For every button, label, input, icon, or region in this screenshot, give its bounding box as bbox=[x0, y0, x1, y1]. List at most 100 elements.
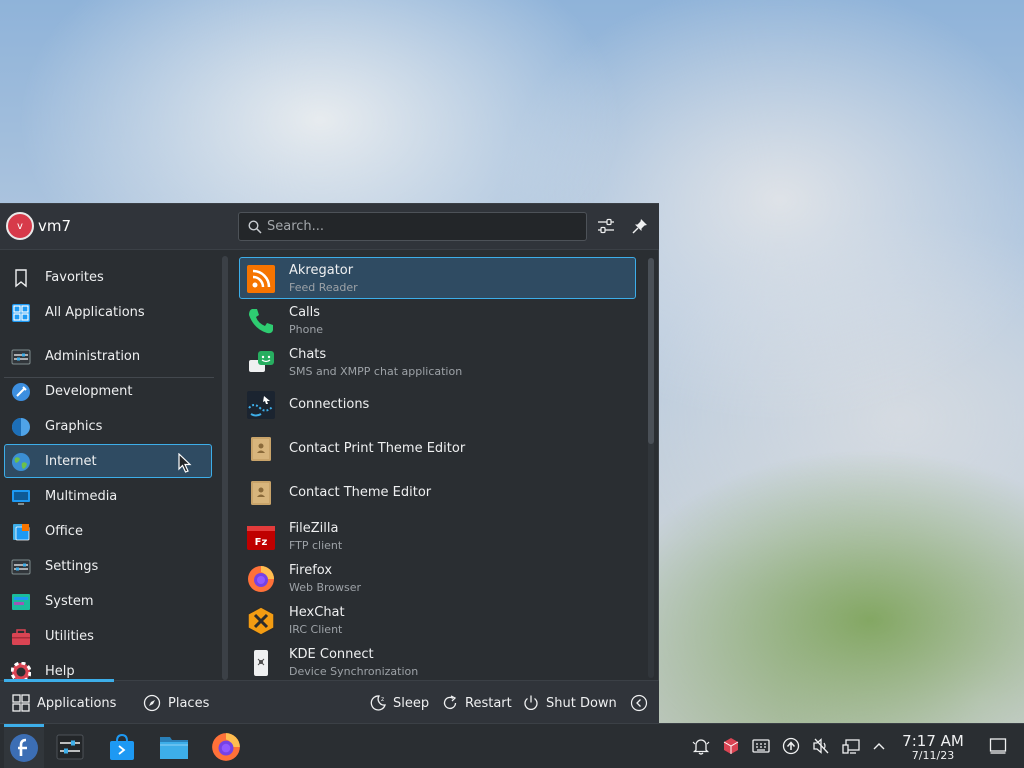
tab-applications[interactable]: Applications bbox=[12, 681, 116, 725]
tab-places[interactable]: Places bbox=[143, 681, 209, 725]
sliders-icon bbox=[598, 218, 614, 234]
network-icon bbox=[842, 739, 860, 754]
app-name: Contact Theme Editor bbox=[289, 485, 432, 500]
category-label: All Applications bbox=[45, 305, 145, 320]
app-name: Connections bbox=[289, 397, 370, 412]
app-list-scrollbar[interactable] bbox=[648, 258, 654, 678]
app-filezilla[interactable]: Fz FileZilla FTP client bbox=[239, 515, 636, 557]
rss-icon bbox=[247, 265, 275, 293]
app-list-scrollbar-thumb[interactable] bbox=[648, 258, 654, 444]
category-help[interactable]: Help bbox=[4, 654, 212, 681]
username: vm7 bbox=[38, 217, 72, 235]
app-name: FileZilla bbox=[289, 521, 339, 536]
sleep-icon: z bbox=[370, 695, 386, 711]
tray-keyboard-layout[interactable] bbox=[751, 736, 771, 756]
category-all-applications[interactable]: All Applications bbox=[4, 295, 212, 329]
tray-updates[interactable] bbox=[781, 736, 801, 756]
office-icon bbox=[13, 524, 30, 541]
file-manager-icon bbox=[160, 737, 188, 759]
show-desktop-button[interactable] bbox=[988, 736, 1008, 756]
contact-print-theme-icon bbox=[251, 437, 271, 461]
volume-muted-icon bbox=[813, 738, 829, 754]
compass-icon bbox=[143, 694, 161, 712]
connections-icon bbox=[247, 391, 275, 419]
tray-package-manager[interactable] bbox=[721, 736, 741, 756]
app-firefox[interactable]: Firefox Web Browser bbox=[239, 557, 636, 599]
taskbar-firefox[interactable] bbox=[208, 729, 244, 765]
app-name: Akregator bbox=[289, 263, 354, 278]
app-kde-connect[interactable]: KDE Connect Device Synchronization bbox=[239, 641, 636, 681]
shutdown-button[interactable]: Shut Down bbox=[522, 681, 617, 725]
chevron-left-icon bbox=[630, 694, 648, 712]
expand-tray-icon bbox=[873, 743, 885, 750]
filezilla-icon: Fz bbox=[247, 526, 275, 550]
app-hexchat[interactable]: HexChat IRC Client bbox=[239, 599, 636, 641]
category-system[interactable]: System bbox=[4, 584, 212, 618]
app-description: IRC Client bbox=[289, 623, 343, 636]
power-icon bbox=[524, 695, 538, 710]
taskbar-file-manager[interactable] bbox=[156, 729, 192, 765]
app-name: KDE Connect bbox=[289, 647, 374, 662]
multimedia-icon bbox=[12, 490, 30, 505]
category-office[interactable]: Office bbox=[4, 514, 212, 548]
app-contact-print-theme-editor[interactable]: Contact Print Theme Editor bbox=[239, 427, 636, 469]
category-scrollbar[interactable] bbox=[222, 256, 228, 680]
category-multimedia[interactable]: Multimedia bbox=[4, 479, 212, 513]
app-description: Device Synchronization bbox=[289, 665, 419, 678]
grid-icon bbox=[12, 304, 30, 322]
bookmark-icon bbox=[15, 269, 27, 288]
category-graphics[interactable]: Graphics bbox=[4, 409, 212, 443]
firefox-icon bbox=[212, 733, 240, 761]
category-development[interactable]: Development bbox=[4, 374, 212, 408]
application-launcher-button[interactable] bbox=[4, 724, 44, 768]
app-akregator[interactable]: Akregator Feed Reader bbox=[239, 257, 636, 299]
taskbar-discover[interactable] bbox=[104, 729, 140, 765]
user-avatar[interactable]: v bbox=[6, 212, 34, 240]
tray-expand-button[interactable] bbox=[869, 736, 889, 756]
category-utilities[interactable]: Utilities bbox=[4, 619, 212, 653]
configure-button[interactable] bbox=[594, 214, 618, 238]
category-label: Administration bbox=[45, 349, 141, 364]
app-chats[interactable]: Chats SMS and XMPP chat application bbox=[239, 341, 636, 383]
settings-icon bbox=[11, 559, 31, 575]
pin-button[interactable] bbox=[628, 214, 652, 238]
app-connections[interactable]: Connections bbox=[239, 383, 636, 425]
tray-volume[interactable] bbox=[811, 736, 831, 756]
graphics-icon bbox=[12, 418, 30, 436]
app-description: Feed Reader bbox=[289, 281, 358, 294]
app-contact-theme-editor[interactable]: Contact Theme Editor bbox=[239, 471, 636, 513]
tray-network[interactable] bbox=[841, 736, 861, 756]
more-session-options-button[interactable] bbox=[630, 681, 654, 725]
category-administration[interactable]: Administration bbox=[4, 339, 212, 373]
system-settings-icon bbox=[56, 734, 84, 760]
discover-store-icon bbox=[110, 733, 134, 760]
category-label: Development bbox=[45, 384, 133, 399]
firefox-icon bbox=[248, 566, 274, 592]
sleep-button[interactable]: z Sleep bbox=[369, 681, 429, 725]
category-label: Office bbox=[45, 524, 83, 539]
app-calls[interactable]: Calls Phone bbox=[239, 299, 636, 341]
tab-label: Applications bbox=[37, 695, 117, 711]
category-settings[interactable]: Settings bbox=[4, 549, 212, 583]
restart-button[interactable]: Restart bbox=[441, 681, 512, 725]
app-name: HexChat bbox=[289, 605, 345, 620]
category-favorites[interactable]: Favorites bbox=[4, 260, 212, 294]
grid-icon bbox=[12, 694, 30, 712]
tray-notifications[interactable] bbox=[691, 736, 711, 756]
category-label: Internet bbox=[45, 454, 97, 469]
taskbar-system-settings[interactable] bbox=[52, 729, 88, 765]
app-list: Akregator Feed Reader Calls Phone Chats … bbox=[236, 251, 641, 681]
show-desktop-icon bbox=[989, 738, 1007, 754]
app-description: SMS and XMPP chat application bbox=[289, 365, 463, 378]
pin-icon bbox=[632, 219, 647, 234]
phone-icon bbox=[249, 309, 273, 334]
sleep-label: Sleep bbox=[393, 695, 430, 711]
search-box[interactable] bbox=[238, 212, 587, 241]
admin-icon bbox=[11, 349, 31, 365]
globe-icon bbox=[12, 453, 30, 471]
search-input[interactable] bbox=[267, 216, 577, 237]
updates-icon bbox=[782, 737, 800, 755]
svg-text:z: z bbox=[381, 696, 384, 703]
restart-label: Restart bbox=[465, 695, 512, 711]
notifications-icon bbox=[692, 739, 710, 755]
